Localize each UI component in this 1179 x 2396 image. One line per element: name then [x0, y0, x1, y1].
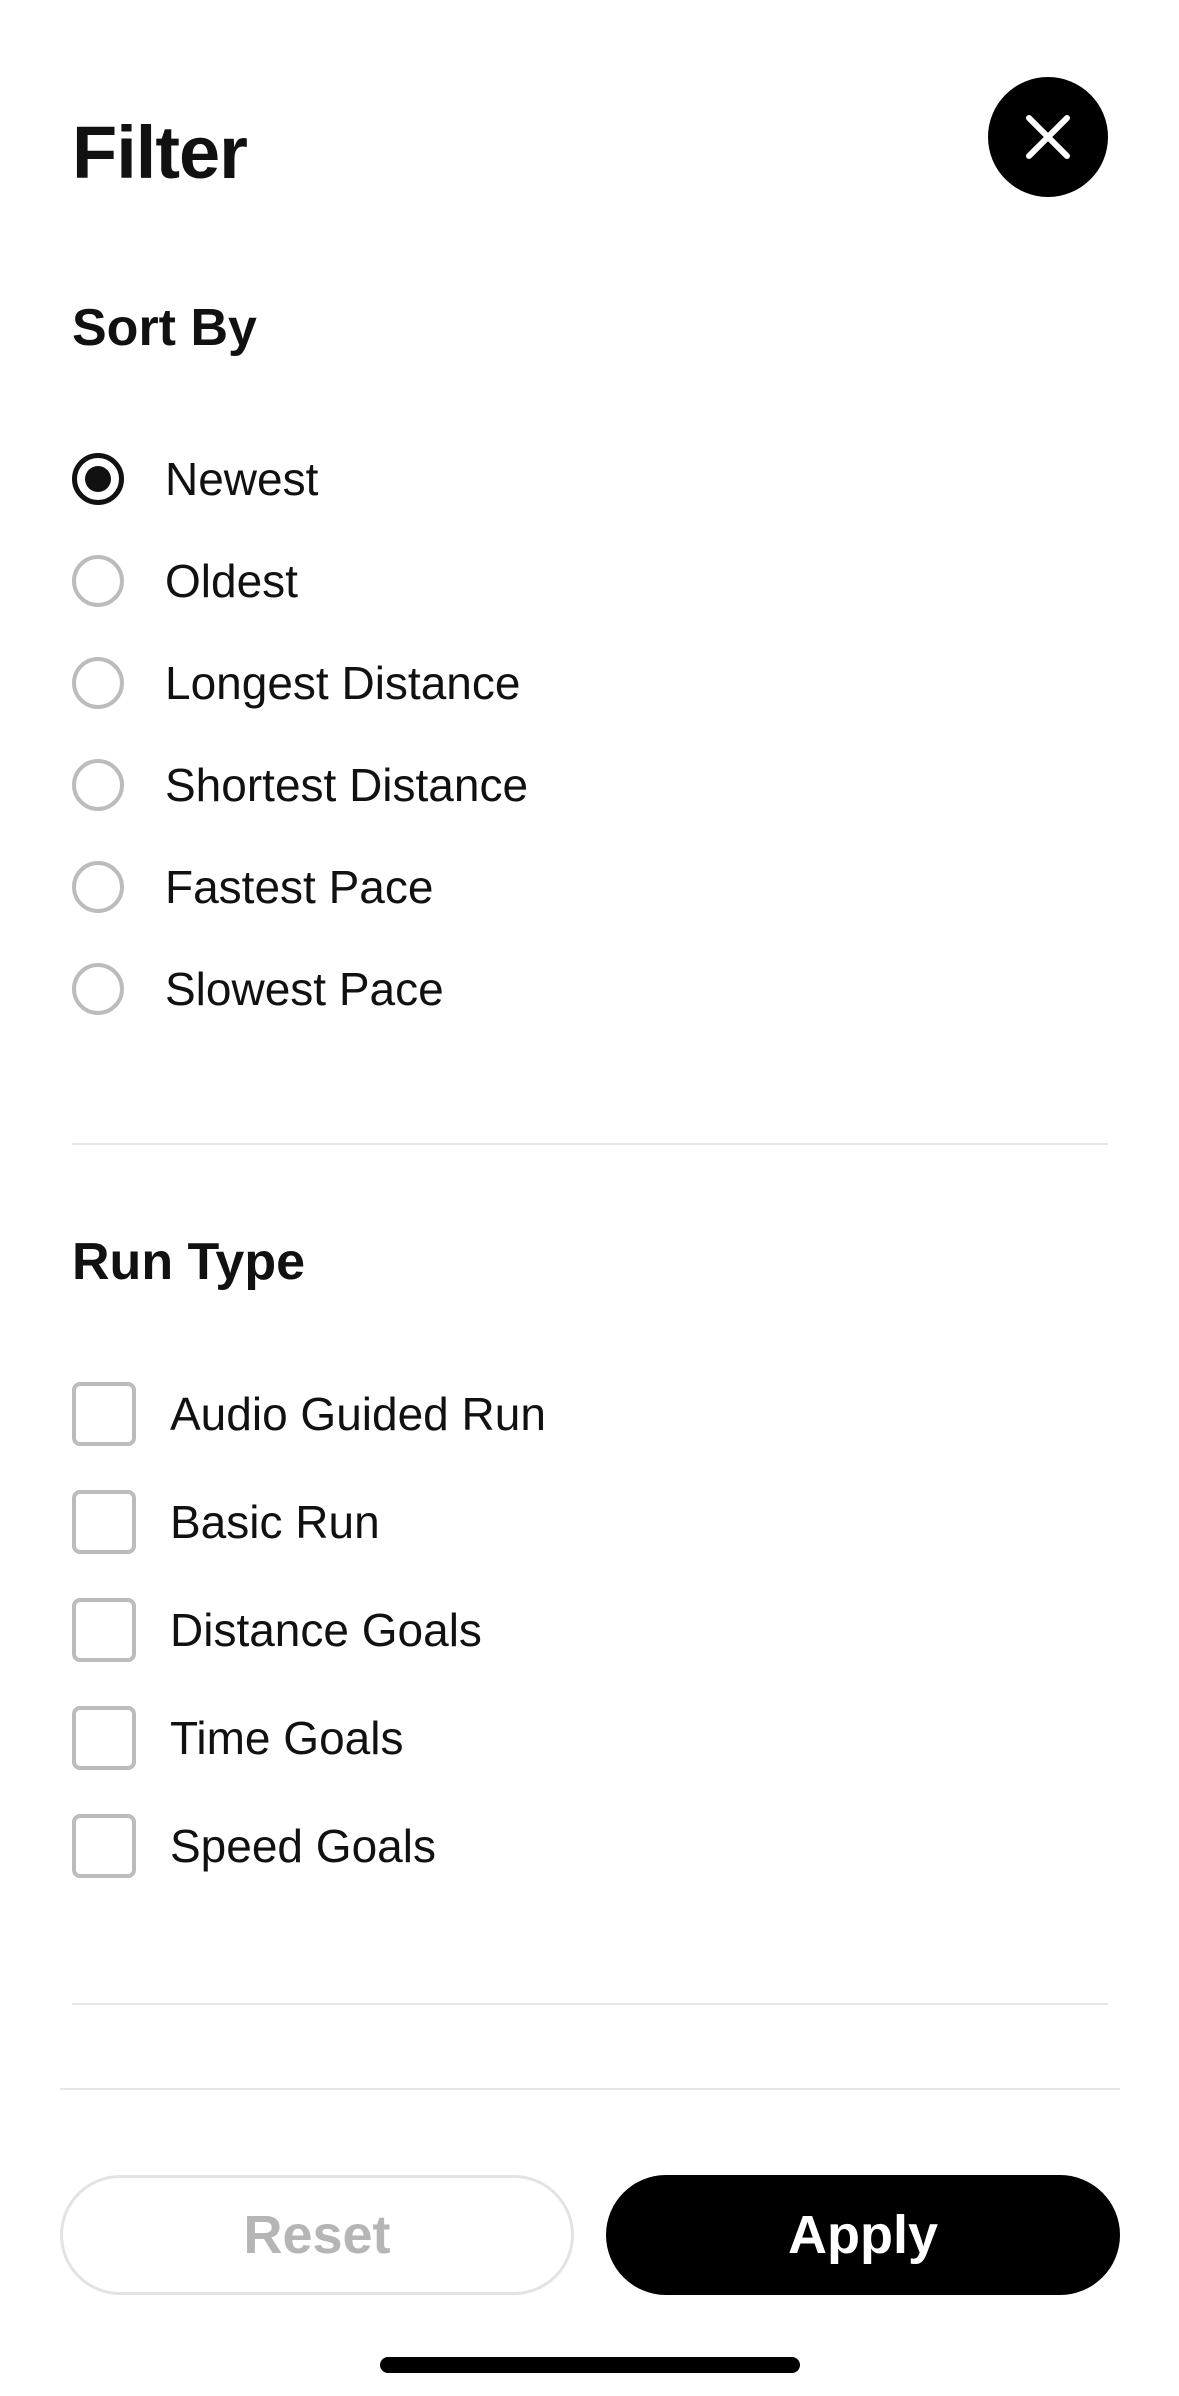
section-divider: [72, 2003, 1108, 2005]
sort-option-label: Newest: [165, 453, 319, 505]
run-type-speed-goals[interactable]: Speed Goals: [72, 1792, 1107, 1900]
sort-option-label: Slowest Pace: [165, 963, 444, 1015]
sort-option-shortest-distance[interactable]: Shortest Distance: [72, 734, 1107, 836]
sort-option-fastest-pace[interactable]: Fastest Pace: [72, 836, 1107, 938]
run-type-heading: Run Type: [72, 1233, 306, 1291]
sort-option-label: Fastest Pace: [165, 861, 434, 913]
run-type-label: Basic Run: [170, 1496, 380, 1548]
sort-option-label: Longest Distance: [165, 657, 521, 709]
checkbox[interactable]: [72, 1706, 136, 1770]
sort-option-label: Oldest: [165, 555, 298, 607]
sort-option-slowest-pace[interactable]: Slowest Pace: [72, 938, 1107, 1040]
radio-button[interactable]: [72, 963, 124, 1015]
radio-button-selected[interactable]: [72, 453, 124, 505]
page-title: Filter: [72, 111, 248, 194]
footer-divider: [60, 2088, 1120, 2090]
checkbox[interactable]: [72, 1598, 136, 1662]
checkbox[interactable]: [72, 1814, 136, 1878]
apply-button[interactable]: Apply: [606, 2175, 1120, 2295]
close-button[interactable]: [988, 77, 1108, 197]
run-type-basic-run[interactable]: Basic Run: [72, 1468, 1107, 1576]
radio-button[interactable]: [72, 759, 124, 811]
run-type-label: Speed Goals: [170, 1820, 436, 1872]
radio-button[interactable]: [72, 861, 124, 913]
close-icon: [1025, 114, 1071, 160]
radio-dot: [85, 466, 111, 492]
run-type-label: Distance Goals: [170, 1604, 482, 1656]
run-type-distance-goals[interactable]: Distance Goals: [72, 1576, 1107, 1684]
run-type-time-goals[interactable]: Time Goals: [72, 1684, 1107, 1792]
radio-button[interactable]: [72, 657, 124, 709]
radio-button[interactable]: [72, 555, 124, 607]
sort-option-longest-distance[interactable]: Longest Distance: [72, 632, 1107, 734]
checkbox[interactable]: [72, 1382, 136, 1446]
checkbox[interactable]: [72, 1490, 136, 1554]
run-type-audio-guided-run[interactable]: Audio Guided Run: [72, 1360, 1107, 1468]
run-type-label: Audio Guided Run: [170, 1388, 546, 1440]
sort-option-newest[interactable]: Newest: [72, 428, 1107, 530]
run-type-label: Time Goals: [170, 1712, 404, 1764]
sort-by-heading: Sort By: [72, 299, 257, 357]
section-divider: [72, 1143, 1108, 1145]
reset-button[interactable]: Reset: [60, 2175, 574, 2295]
sort-option-oldest[interactable]: Oldest: [72, 530, 1107, 632]
sort-option-label: Shortest Distance: [165, 759, 529, 811]
sort-by-radio-group: Newest Oldest Longest Distance Shortest …: [72, 428, 1107, 1040]
home-indicator: [380, 2357, 800, 2373]
run-type-checkbox-group: Audio Guided Run Basic Run Distance Goal…: [72, 1360, 1107, 1900]
